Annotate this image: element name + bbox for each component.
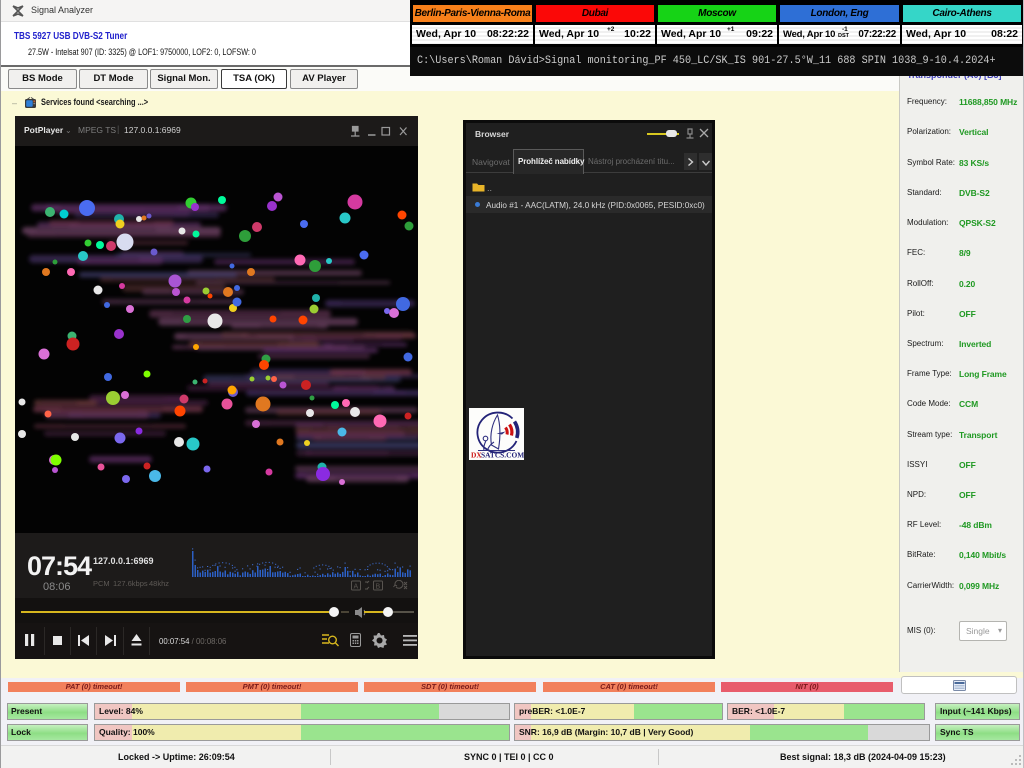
- svg-text:SATCS.COM: SATCS.COM: [481, 451, 524, 460]
- svg-text:A: A: [354, 584, 359, 591]
- svg-text:B: B: [376, 584, 381, 591]
